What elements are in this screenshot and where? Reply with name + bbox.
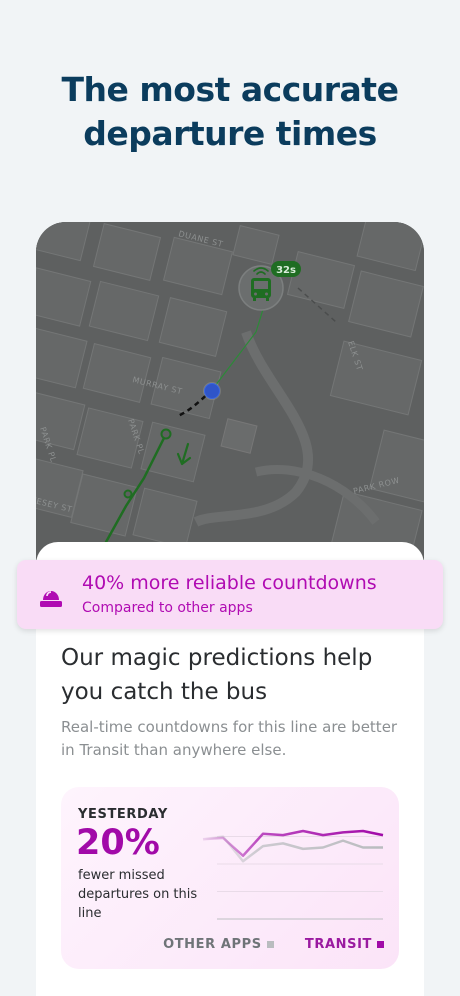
legend-swatch-other-apps <box>266 941 274 948</box>
series-line-transit <box>202 829 384 857</box>
map-view[interactable]: DUANE ST MURRAY ST PARK PL PARK PL VESEY… <box>36 222 424 582</box>
stats-percentage: 20% <box>76 823 160 863</box>
chart-legend: OTHER APPS TRANSIT <box>137 937 384 952</box>
stats-period-label: YESTERDAY <box>78 807 168 822</box>
route-stop-marker[interactable] <box>123 489 133 499</box>
headline: The most accurate departure times <box>0 68 460 156</box>
reliability-banner: 40% more reliable countdowns Compared to… <box>17 560 443 629</box>
legend-item-transit: TRANSIT <box>305 937 384 952</box>
user-location-icon[interactable] <box>203 382 221 400</box>
sheet-title: Our magic predictions help you catch the… <box>61 645 373 705</box>
route-stop-marker[interactable] <box>160 428 172 440</box>
eta-badge-text: 32s <box>276 265 296 276</box>
series-line-other-apps <box>202 835 383 863</box>
alarm-light-icon <box>40 591 62 607</box>
stats-card: YESTERDAY 20% fewer missed departures on… <box>61 787 399 969</box>
sheet-body: Real-time countdowns for this line are b… <box>61 718 398 759</box>
banner-subtitle: Compared to other apps <box>82 600 253 616</box>
comparison-chart <box>202 829 384 920</box>
stats-description: fewer missed departures on this line <box>78 868 198 921</box>
bus-icon <box>251 278 271 301</box>
legend-label-other-apps: OTHER APPS <box>163 937 262 952</box>
banner-title: 40% more reliable countdowns <box>82 572 377 594</box>
legend-item-other-apps: OTHER APPS <box>163 937 274 952</box>
headline-line-1: The most accurate <box>61 70 399 109</box>
headline-line-2: departure times <box>83 114 377 153</box>
legend-label-transit: TRANSIT <box>304 937 372 952</box>
legend-swatch-transit <box>377 941 384 948</box>
